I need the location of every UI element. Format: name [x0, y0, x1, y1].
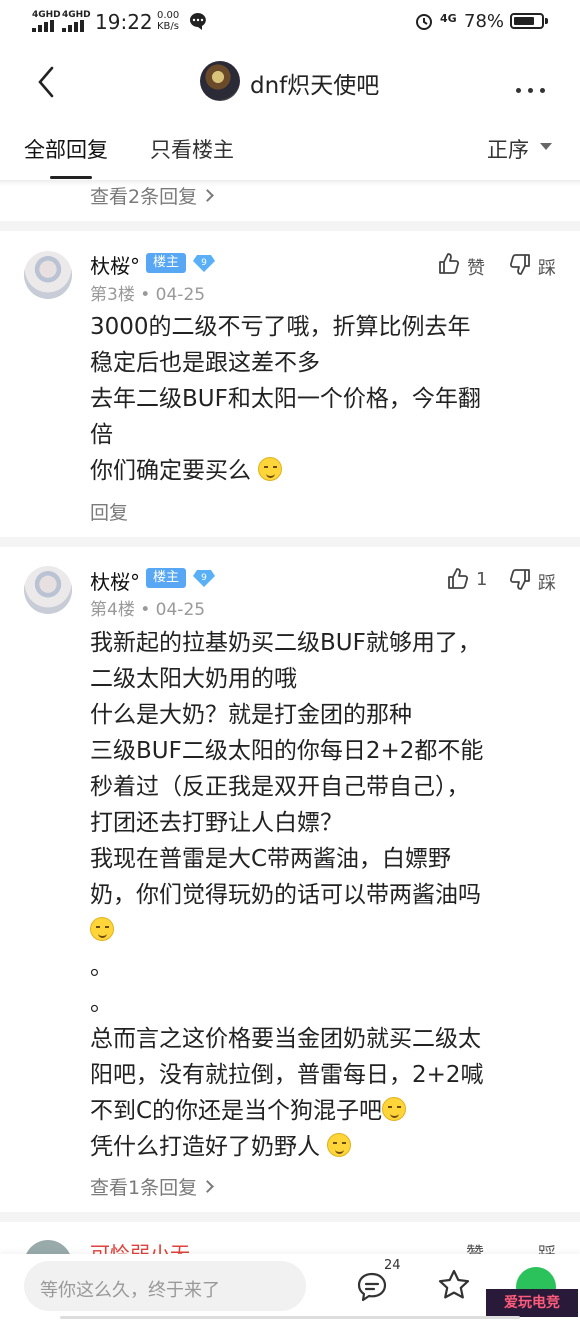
back-arrow-icon[interactable] — [32, 64, 62, 100]
post-line: 倍 — [90, 422, 113, 448]
post-line: 不到C的你还是当个狗混子吧 — [90, 1093, 570, 1129]
tabs-divider — [0, 180, 580, 186]
floor-number: 第4楼 — [90, 600, 135, 620]
owner-badge: 楼主 — [146, 253, 186, 273]
post-separator — [0, 1212, 580, 1222]
post-line — [90, 913, 570, 949]
net-speed: 0.00 KB/s — [157, 10, 179, 32]
battery-percent: 78% — [464, 11, 505, 32]
sort-order-dropdown[interactable]: 正序 — [487, 134, 529, 164]
battery-fill — [514, 17, 535, 25]
post-line: 二级太阳大奶用的哦 — [90, 666, 297, 692]
post-line-text: 凭什么打造好了奶野人 — [90, 1134, 320, 1160]
chevron-right-icon — [201, 1180, 214, 1193]
post-line: 三级BUF二级太阳的你每日2+2都不能 — [90, 738, 484, 764]
like-button[interactable]: 赞 — [467, 254, 485, 280]
post-line: 你们确定要买么 — [90, 453, 560, 489]
thumbs-down-icon[interactable] — [508, 567, 532, 591]
emoji-icon — [90, 917, 114, 941]
home-indicator — [60, 1316, 520, 1319]
net-speed-unit: KB/s — [157, 21, 179, 32]
tab-all-replies[interactable]: 全部回复 — [24, 134, 108, 164]
post-separator — [0, 221, 580, 231]
network-4g: 4G — [440, 12, 457, 25]
post-body: 我新起的拉基奶买二级BUF就够用了， 二级太阳大奶用的哦什么是大奶？就是打金团的那… — [90, 625, 570, 1165]
caret-down-icon[interactable] — [540, 143, 552, 150]
avatar[interactable] — [24, 566, 72, 614]
network-type-2: 4GHD — [62, 10, 91, 20]
emoji-icon — [258, 457, 283, 481]
post-meta: 第4楼 • 04-25 — [90, 600, 206, 620]
post-date: 04-25 — [155, 600, 206, 620]
post-line: 奶，你们觉得玩奶的话可以带两酱油吗 — [90, 882, 481, 908]
post-line: 。 — [90, 954, 113, 980]
post-line-text: 不到C的你还是当个狗混子吧 — [90, 1098, 383, 1124]
thumbs-down-icon[interactable] — [508, 252, 532, 276]
post-line: 我新起的拉基奶买二级BUF就够用了， — [90, 630, 481, 656]
floor-number: 第3楼 — [90, 285, 135, 305]
post-line: 稳定后也是跟这差不多 — [90, 350, 320, 376]
comment-count: 24 — [384, 1258, 401, 1273]
star-icon[interactable] — [437, 1268, 471, 1302]
avatar[interactable] — [24, 251, 72, 299]
thumbs-up-icon[interactable] — [437, 252, 461, 276]
level-number: 9 — [201, 573, 207, 583]
forum-title[interactable]: dnf炽天使吧 — [250, 66, 379, 100]
username[interactable]: 杕桜° — [90, 566, 140, 595]
alarm-icon — [416, 14, 432, 30]
network-type-1: 4GHD — [32, 10, 61, 20]
signal-icon-2 — [62, 20, 84, 32]
post-line: 3000的二级不亏了哦，折算比例去年 — [90, 314, 471, 340]
forum-avatar[interactable] — [200, 61, 240, 101]
net-speed-value: 0.00 — [157, 10, 180, 21]
site-watermark: 爱玩电竞 — [486, 1289, 578, 1317]
tab-owner-only[interactable]: 只看楼主 — [150, 134, 234, 164]
clock: 19:22 — [95, 10, 153, 34]
battery-tip — [545, 18, 548, 24]
view-replies-link[interactable]: 查看2条回复 — [90, 182, 214, 209]
post-line: 凭什么打造好了奶野人 — [90, 1129, 570, 1165]
post-meta: 第3楼 • 04-25 — [90, 285, 206, 305]
post-line: 打团还去打野让人白嫖？ — [90, 810, 343, 836]
post-line: 。 — [90, 990, 113, 1016]
post-line: 总而言之这价格要当金团奶就买二级太 — [90, 1026, 481, 1052]
message-icon — [190, 13, 206, 30]
level-diamond-icon: 9 — [193, 255, 215, 272]
level-diamond-icon: 9 — [193, 570, 215, 587]
post-line: 什么是大奶？就是打金团的那种 — [90, 702, 412, 728]
comment-input-placeholder[interactable]: 等你这么久，终于来了 — [40, 1276, 220, 1302]
post-body: 3000的二级不亏了哦，折算比例去年 稳定后也是跟这差不多去年二级BUF和太阳一个… — [90, 309, 560, 489]
battery-icon — [510, 13, 544, 29]
post-line: 去年二级BUF和太阳一个价格，今年翻 — [90, 386, 481, 412]
chevron-right-icon — [201, 189, 214, 202]
emoji-icon — [382, 1097, 407, 1121]
like-count[interactable]: 1 — [476, 569, 487, 590]
status-bar: 4GHD 4GHD 19:22 0.00 KB/s 4G 78% — [0, 0, 580, 44]
reply-button[interactable]: 回复 — [90, 498, 128, 525]
dislike-button[interactable]: 踩 — [538, 569, 556, 595]
view-replies-label: 查看2条回复 — [90, 186, 198, 208]
post-date: 04-25 — [155, 285, 206, 305]
post-line-text: 你们确定要买么 — [90, 458, 251, 484]
post-line: 阳吧，没有就拉倒，普雷每日，2+2喊 — [90, 1062, 484, 1088]
post-line: 我现在普雷是大C带两酱油，白嫖野 — [90, 846, 452, 872]
username[interactable]: 杕桜° — [90, 250, 140, 279]
comment-icon[interactable] — [355, 1270, 389, 1304]
signal-icon — [32, 20, 54, 32]
post-separator — [0, 537, 580, 547]
emoji-icon — [327, 1133, 352, 1157]
view-replies-label: 查看1条回复 — [90, 1177, 198, 1199]
post-line: 秒着过（反正我是双开自己带自己）， — [90, 774, 470, 800]
more-options-icon[interactable] — [516, 78, 552, 97]
level-number: 9 — [201, 258, 207, 268]
active-tab-indicator — [50, 176, 92, 179]
view-replies-link[interactable]: 查看1条回复 — [90, 1173, 214, 1200]
thumbs-up-icon[interactable] — [446, 567, 470, 591]
owner-badge: 楼主 — [146, 568, 186, 588]
dislike-button[interactable]: 踩 — [538, 254, 556, 280]
